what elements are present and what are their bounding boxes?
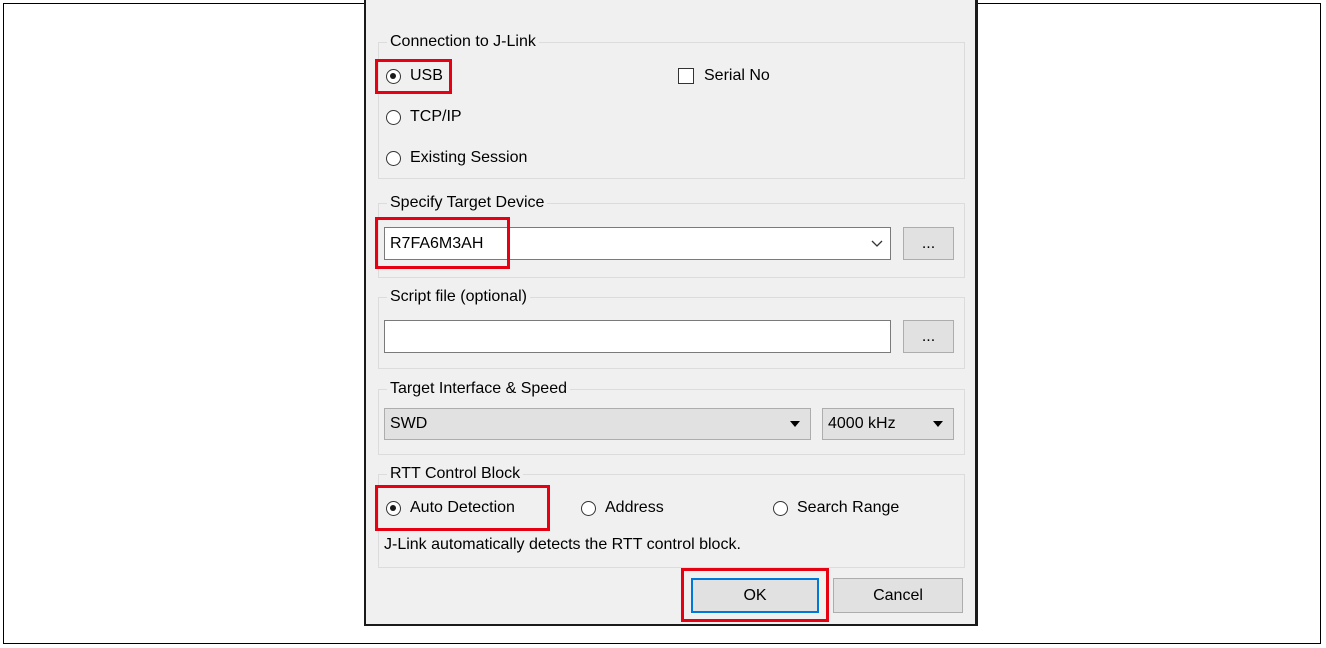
ok-button[interactable]: OK	[691, 578, 819, 613]
interface-group-title: Target Interface & Speed	[387, 379, 570, 399]
serial-no-label: Serial No	[704, 67, 770, 84]
script-file-group-title: Script file (optional)	[387, 287, 530, 307]
chevron-down-icon[interactable]	[871, 240, 883, 248]
triangle-down-icon	[933, 421, 943, 427]
rtt-viewer-config-dialog: Connection to J-Link USB TCP/IP Existing…	[364, 0, 978, 626]
radio-address-indicator[interactable]	[581, 500, 596, 516]
radio-search-range-indicator[interactable]	[773, 500, 788, 516]
interface-value: SWD	[390, 415, 428, 432]
cancel-button[interactable]: Cancel	[833, 578, 963, 613]
serial-no-checkbox-box[interactable]	[678, 68, 694, 84]
radio-usb-label: USB	[410, 67, 443, 84]
radio-tcpip[interactable]: TCP/IP	[386, 107, 462, 127]
script-file-browse-label: ...	[921, 327, 936, 345]
target-device-browse-button[interactable]: ...	[903, 227, 954, 260]
radio-address-label: Address	[605, 499, 664, 516]
serial-no-checkbox[interactable]: Serial No	[678, 66, 770, 86]
radio-auto-detection-indicator[interactable]	[386, 500, 401, 516]
radio-address[interactable]: Address	[581, 498, 664, 518]
triangle-down-icon	[790, 421, 800, 427]
target-device-combobox[interactable]: R7FA6M3AH	[384, 227, 891, 260]
target-device-value: R7FA6M3AH	[390, 234, 484, 252]
radio-usb[interactable]: USB	[386, 66, 443, 86]
radio-existing-session-indicator[interactable]	[386, 150, 401, 166]
rtt-description: J-Link automatically detects the RTT con…	[384, 536, 741, 553]
radio-auto-detection[interactable]: Auto Detection	[386, 498, 515, 518]
target-device-group-title: Specify Target Device	[387, 193, 548, 213]
cancel-button-label: Cancel	[873, 586, 923, 604]
interface-dropdown[interactable]: SWD	[384, 408, 811, 440]
radio-tcpip-label: TCP/IP	[410, 108, 462, 125]
radio-existing-session[interactable]: Existing Session	[386, 148, 527, 168]
speed-value: 4000 kHz	[828, 415, 896, 432]
script-file-browse-button[interactable]: ...	[903, 320, 954, 353]
radio-existing-session-label: Existing Session	[410, 149, 528, 166]
radio-usb-indicator[interactable]	[386, 68, 401, 84]
target-device-browse-label: ...	[921, 234, 936, 252]
radio-search-range[interactable]: Search Range	[773, 498, 899, 518]
radio-search-range-label: Search Range	[797, 499, 900, 516]
radio-tcpip-indicator[interactable]	[386, 109, 401, 125]
rtt-group-title: RTT Control Block	[387, 464, 524, 484]
ok-button-label: OK	[743, 586, 767, 604]
radio-auto-detection-label: Auto Detection	[410, 499, 515, 516]
connection-group-title: Connection to J-Link	[387, 32, 539, 52]
speed-dropdown[interactable]: 4000 kHz	[822, 408, 954, 440]
script-file-input[interactable]	[384, 320, 891, 353]
